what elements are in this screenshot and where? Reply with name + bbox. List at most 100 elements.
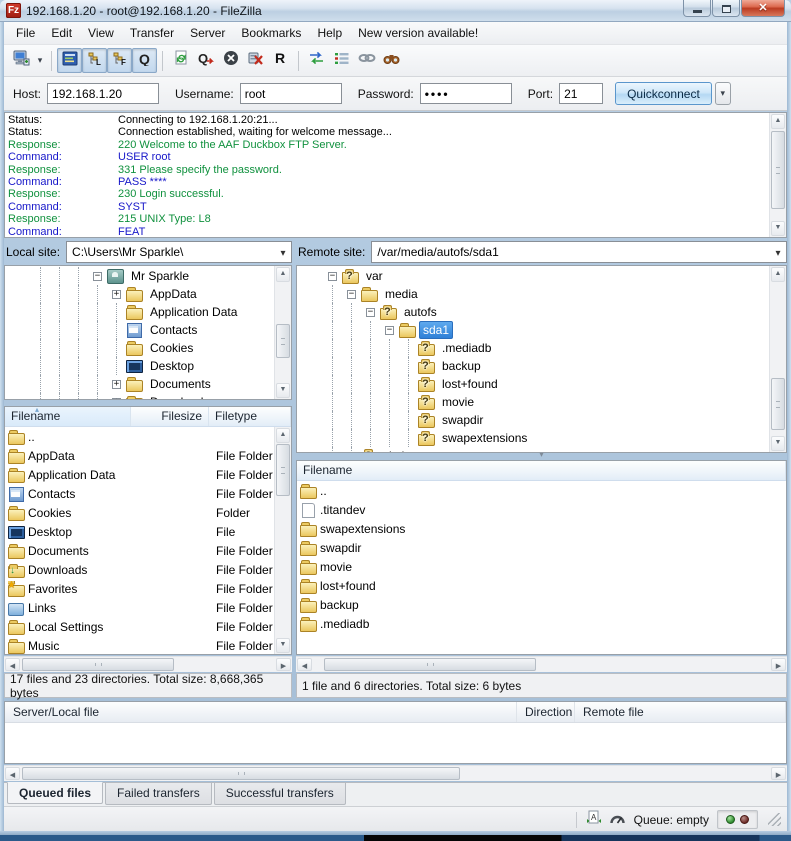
site-manager-dropdown[interactable]: [34, 48, 46, 73]
chevron-down-icon[interactable]: [770, 245, 786, 259]
site-manager-button[interactable]: [9, 48, 34, 73]
view-filters-button[interactable]: [329, 48, 354, 73]
scroll-thumb[interactable]: [276, 324, 290, 358]
transfer-type-icon[interactable]: A: [585, 810, 601, 829]
toggle-message-log-button[interactable]: [57, 48, 82, 73]
scroll-thumb[interactable]: [324, 658, 536, 671]
quickconnect-dropdown[interactable]: [715, 82, 731, 105]
scroll-thumb[interactable]: [276, 444, 290, 496]
collapse-icon[interactable]: [342, 285, 361, 303]
file-row-lost-found[interactable]: lost+found: [297, 576, 786, 595]
column-header-filename[interactable]: Filename: [297, 461, 786, 480]
column-header-filetype[interactable]: Filetype: [209, 407, 291, 426]
remote-hscrollbar[interactable]: [296, 656, 787, 672]
file-row-swapextensions[interactable]: swapextensions: [297, 519, 786, 538]
column-header-filesize[interactable]: Filesize: [131, 407, 209, 426]
file-row-[interactable]: ..: [297, 481, 786, 500]
scroll-left-icon[interactable]: [297, 658, 312, 671]
file-row-application-data[interactable]: Application DataFile Folder: [5, 465, 274, 484]
splitter-collapse-icon[interactable]: ▾: [534, 452, 550, 459]
collapse-icon[interactable]: [323, 267, 342, 285]
file-row-downloads[interactable]: DownloadsFile Folder: [5, 560, 274, 579]
scroll-down-icon[interactable]: [276, 383, 290, 398]
menu-item-new-version-available[interactable]: New version available!: [350, 23, 486, 43]
cancel-button[interactable]: [218, 48, 243, 73]
file-row-contacts[interactable]: ContactsFile Folder: [5, 484, 274, 503]
collapse-icon[interactable]: [380, 321, 399, 339]
toggle-queue-button[interactable]: Q: [132, 48, 157, 73]
tree-item-desktop[interactable]: Desktop: [5, 357, 274, 375]
refresh-button[interactable]: [168, 48, 193, 73]
disconnect-button[interactable]: [243, 48, 268, 73]
menu-item-edit[interactable]: Edit: [43, 23, 80, 43]
column-header-filename[interactable]: ▴Filename: [5, 407, 131, 426]
file-row-local-settings[interactable]: Local SettingsFile Folder: [5, 617, 274, 636]
tree-item-mediadb[interactable]: .mediadb: [297, 339, 769, 357]
maximize-button[interactable]: [712, 0, 740, 17]
tree-item-documents[interactable]: Documents: [5, 375, 274, 393]
log-scrollbar[interactable]: [769, 113, 786, 237]
scroll-down-icon[interactable]: [771, 436, 785, 451]
menu-item-bookmarks[interactable]: Bookmarks: [233, 23, 309, 43]
tab-queued-files[interactable]: Queued files: [7, 782, 103, 804]
queue-column-direction[interactable]: Direction: [517, 702, 575, 722]
scroll-left-icon[interactable]: [5, 767, 20, 780]
tab-successful-transfers[interactable]: Successful transfers: [214, 783, 346, 805]
menu-item-transfer[interactable]: Transfer: [122, 23, 182, 43]
directory-comparison-button[interactable]: [304, 48, 329, 73]
tree-item-media[interactable]: media: [297, 285, 769, 303]
tree-item-appdata[interactable]: AppData: [5, 285, 274, 303]
password-input[interactable]: [420, 83, 512, 104]
file-row-titandev[interactable]: .titandev: [297, 500, 786, 519]
port-input[interactable]: [559, 83, 603, 104]
host-input[interactable]: [47, 83, 159, 104]
scroll-right-icon[interactable]: [276, 658, 291, 671]
expand-icon[interactable]: [107, 393, 126, 399]
menu-item-server[interactable]: Server: [182, 23, 233, 43]
file-row-links[interactable]: LinksFile Folder: [5, 598, 274, 617]
tree-item-sda1[interactable]: sda1: [297, 321, 769, 339]
local-hscrollbar[interactable]: [4, 656, 292, 672]
tree-item-cookies[interactable]: Cookies: [5, 339, 274, 357]
file-row-swapdir[interactable]: swapdir: [297, 538, 786, 557]
menu-item-help[interactable]: Help: [309, 23, 350, 43]
toggle-local-tree-button[interactable]: L: [82, 48, 107, 73]
tab-failed-transfers[interactable]: Failed transfers: [105, 783, 212, 805]
scroll-down-icon[interactable]: [771, 221, 785, 236]
scroll-up-icon[interactable]: [276, 428, 290, 443]
scroll-up-icon[interactable]: [276, 267, 290, 282]
file-row-backup[interactable]: backup: [297, 595, 786, 614]
file-row-desktop[interactable]: DesktopFile: [5, 522, 274, 541]
queue-column-remote-file[interactable]: Remote file: [575, 702, 786, 722]
quickconnect-button[interactable]: Quickconnect: [615, 82, 712, 105]
chevron-down-icon[interactable]: [275, 245, 291, 259]
reconnect-button[interactable]: R: [268, 48, 293, 73]
tree-item-mr-sparkle[interactable]: Mr Sparkle: [5, 267, 274, 285]
tree-item-application-data[interactable]: Application Data: [5, 303, 274, 321]
tree-item-downloads[interactable]: Downloads: [5, 393, 274, 399]
scroll-up-icon[interactable]: [771, 114, 785, 129]
file-row-mediadb[interactable]: .mediadb: [297, 614, 786, 633]
file-row-[interactable]: ..: [5, 427, 274, 446]
tree-item-swapdir[interactable]: swapdir: [297, 411, 769, 429]
username-input[interactable]: [240, 83, 342, 104]
file-row-documents[interactable]: DocumentsFile Folder: [5, 541, 274, 560]
toggle-remote-tree-button[interactable]: F: [107, 48, 132, 73]
process-queue-button[interactable]: Q: [193, 48, 218, 73]
file-row-cookies[interactable]: CookiesFolder: [5, 503, 274, 522]
speed-limits-icon[interactable]: [609, 812, 626, 828]
remote-tree-scrollbar[interactable]: [769, 266, 786, 452]
scroll-right-icon[interactable]: [771, 767, 786, 780]
scroll-thumb[interactable]: [22, 658, 174, 671]
local-tree-scrollbar[interactable]: [274, 266, 291, 399]
file-row-favorites[interactable]: FavoritesFile Folder: [5, 579, 274, 598]
collapse-icon[interactable]: [88, 267, 107, 285]
scroll-right-icon[interactable]: [771, 658, 786, 671]
tree-item-swapextensions[interactable]: swapextensions: [297, 429, 769, 447]
resize-grip[interactable]: [768, 813, 781, 826]
tree-item-contacts[interactable]: Contacts: [5, 321, 274, 339]
local-site-combo[interactable]: C:\Users\Mr Sparkle\: [66, 241, 292, 263]
tree-item-var[interactable]: var: [297, 267, 769, 285]
tree-item-autofs[interactable]: autofs: [297, 303, 769, 321]
file-row-music[interactable]: MusicFile Folder: [5, 636, 274, 654]
